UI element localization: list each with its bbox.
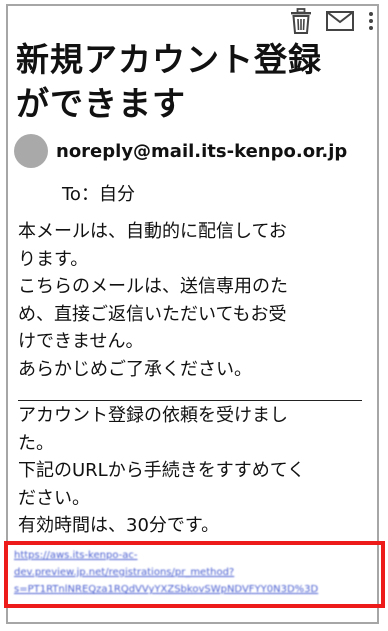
- recipient-row[interactable]: To：自分: [62, 180, 135, 206]
- auto-notice: 本メールは、自動的に配信してお ります。 こちらのメールは、送信専用のた め、直…: [18, 218, 370, 384]
- email-subject: 新規アカウント登録 ができます: [16, 38, 366, 126]
- sender-row: noreply@mail.its-kenpo.or.jp: [14, 134, 347, 168]
- divider: [18, 400, 362, 401]
- sender-address[interactable]: noreply@mail.its-kenpo.or.jp: [56, 141, 347, 162]
- subject-line: ができます: [16, 84, 186, 123]
- body-line: た。: [18, 432, 54, 454]
- to-value: 自分: [98, 184, 135, 205]
- link-line[interactable]: https://aws.its-kenpo-ac-: [14, 547, 374, 564]
- body-line: あらかじめご了承ください。: [18, 358, 252, 380]
- trash-icon[interactable]: [290, 8, 312, 34]
- body-line: アカウント登録の依頼を受けまし: [18, 405, 288, 426]
- body-line: こちらのメールは、送信専用のた: [18, 276, 288, 298]
- email-body: アカウント登録の依頼を受けまし た。 下記のURLから手続きをすすめてく ださい…: [18, 402, 370, 540]
- link-line[interactable]: dev.preview.jp.net/registrations/pr_meth…: [14, 564, 374, 581]
- avatar[interactable]: [14, 134, 48, 168]
- body-line: けできません。: [18, 331, 144, 353]
- body-line: 本メールは、自動的に配信してお: [18, 221, 287, 242]
- body-line: ださい。: [18, 487, 90, 509]
- body-line: 有効時間は、30分です。: [18, 515, 220, 537]
- body-line: 下記のURLから手続きをすすめてく: [18, 460, 306, 482]
- link-line[interactable]: s=PT1RTnlNREQza1RQdVVyYXZSbkovSWpNDVFYY0…: [14, 581, 374, 598]
- body-line: ります。: [18, 248, 89, 270]
- subject-line: 新規アカウント登録: [16, 40, 322, 79]
- body-line: め、直接ご返信いただいてもお受: [18, 303, 287, 325]
- to-label: To：: [62, 184, 99, 205]
- mail-icon[interactable]: [326, 11, 354, 31]
- email-toolbar: [290, 6, 374, 36]
- more-vertical-icon[interactable]: [368, 11, 374, 31]
- registration-link[interactable]: https://aws.its-kenpo-ac- dev.preview.jp…: [14, 547, 374, 598]
